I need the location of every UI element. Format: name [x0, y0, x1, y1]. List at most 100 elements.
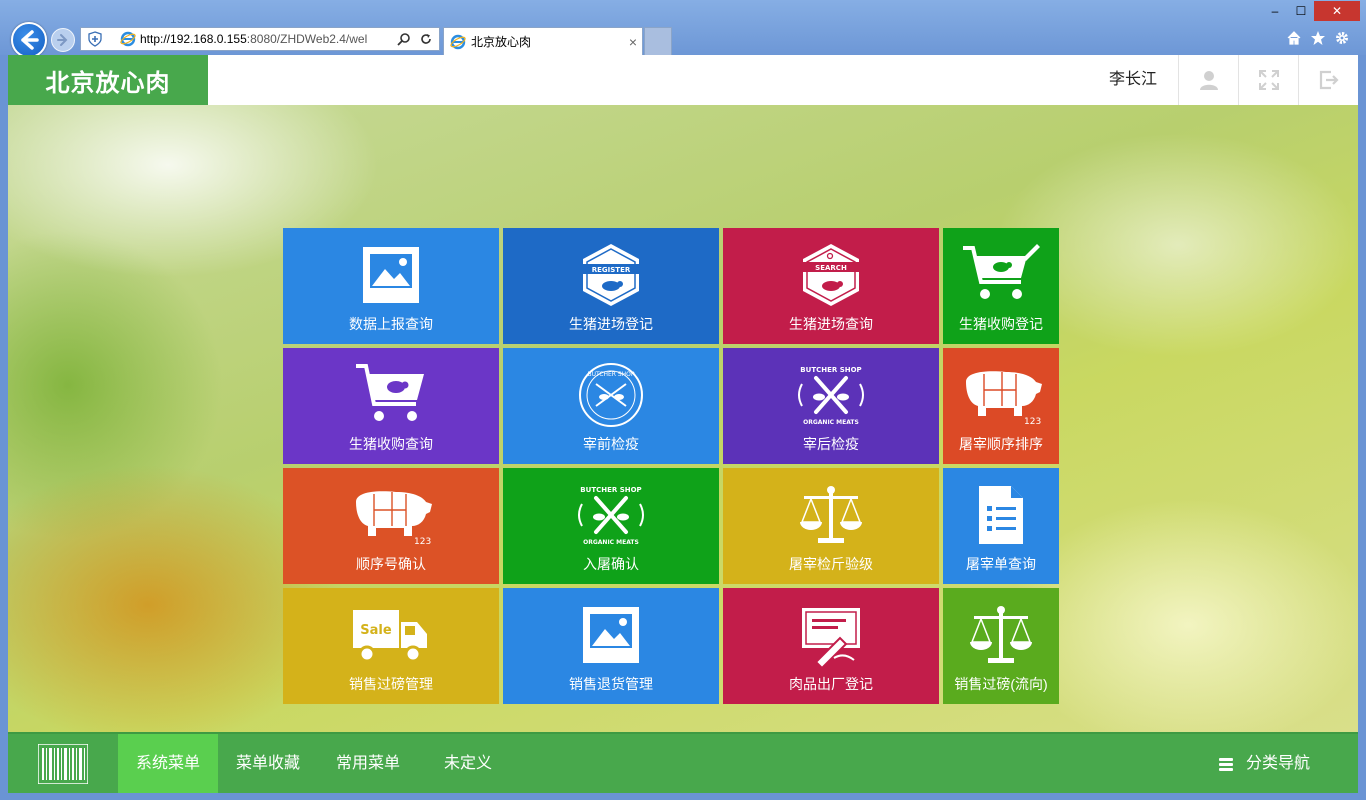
barcode-logo-icon: [38, 744, 88, 784]
tile-pig-purchase-register[interactable]: 生猪收购登记: [943, 228, 1059, 344]
search-icon[interactable]: [395, 30, 413, 48]
user-profile-button[interactable]: [1178, 55, 1238, 105]
tile-label: 肉品出厂登记: [789, 676, 873, 692]
scale-icon: AB: [796, 482, 866, 548]
logout-button[interactable]: [1298, 55, 1358, 105]
footer-tab-undefined[interactable]: 未定义: [418, 734, 518, 793]
user-icon: [1199, 71, 1218, 90]
svg-text:BUTCHER SHOP: BUTCHER SHOP: [580, 486, 641, 494]
app-header: 北京放心肉 李长江: [8, 55, 1358, 105]
minimize-button[interactable]: ‒: [1262, 1, 1288, 21]
tile-label: 屠宰单查询: [966, 556, 1036, 572]
favorites-star-icon[interactable]: [1308, 28, 1328, 48]
pig-cuts-icon: 123: [346, 482, 436, 548]
tile-label: 数据上报查询: [349, 316, 433, 332]
app-footer: 系统菜单 菜单收藏 常用菜单 未定义 分类导航: [8, 732, 1358, 793]
tile-label: 入屠确认: [583, 556, 639, 572]
tile-data-report-query[interactable]: 数据上报查询: [283, 228, 499, 344]
tile-pig-purchase-query[interactable]: 生猪收购查询: [283, 348, 499, 464]
logout-icon: [1319, 70, 1339, 90]
search-badge-icon: SEARCH: [799, 242, 863, 308]
svg-text:REGISTER: REGISTER: [592, 266, 631, 274]
tile-label: 生猪收购查询: [349, 436, 433, 452]
document-list-icon: [975, 482, 1027, 548]
tile-label: 生猪收购登记: [959, 316, 1043, 332]
browser-tab[interactable]: 北京放心肉 ×: [443, 27, 643, 55]
svg-text:123: 123: [1024, 417, 1041, 427]
close-window-button[interactable]: ✕: [1314, 1, 1360, 21]
svg-text:BUTCHER SHOP: BUTCHER SHOP: [587, 371, 634, 378]
forward-button[interactable]: [51, 28, 75, 52]
username[interactable]: 李长江: [1088, 55, 1178, 105]
svg-text:A: A: [808, 509, 815, 519]
tile-label: 宰前检疫: [583, 436, 639, 452]
svg-text:ORGANIC MEATS: ORGANIC MEATS: [803, 419, 859, 426]
tile-label: 生猪进场查询: [789, 316, 873, 332]
gear-icon[interactable]: [1332, 28, 1352, 48]
category-nav-label: 分类导航: [1246, 755, 1311, 772]
app-window: 北京放心肉 李长江 数据上报查询 REGISTER 生猪进场登记 SEARCH …: [8, 55, 1358, 793]
tile-slaughter-order-sort[interactable]: 123 屠宰顺序排序: [943, 348, 1059, 464]
butcher-badge-icon: BUTCHER SHOP: [578, 362, 644, 428]
brand-title: 北京放心肉: [8, 55, 208, 105]
new-tab-button[interactable]: [644, 27, 672, 55]
menu-list-icon: [1219, 757, 1233, 771]
forward-arrow-icon: [57, 34, 68, 46]
tile-sequence-confirm[interactable]: 123 顺序号确认: [283, 468, 499, 584]
shield-icon: [84, 28, 106, 50]
url-text: http://192.168.0.155:8080/ZHDWeb2.4/wel: [140, 32, 368, 46]
tile-pig-entry-query[interactable]: SEARCH 生猪进场查询: [723, 228, 939, 344]
footer-tab-common-menu[interactable]: 常用菜单: [318, 734, 418, 793]
refresh-icon[interactable]: [417, 30, 435, 48]
address-bar[interactable]: http://192.168.0.155:8080/ZHDWeb2.4/wel: [80, 27, 440, 51]
cart-edit-icon: [961, 242, 1041, 308]
svg-text:BUTCHER SHOP: BUTCHER SHOP: [800, 366, 861, 374]
image-icon: [361, 242, 421, 308]
butcher-knives-icon: BUTCHER SHOP ORGANIC MEATS: [794, 362, 868, 428]
tile-slaughter-weigh-grade[interactable]: AB 屠宰检斤验级: [723, 468, 939, 584]
tile-sales-weighing[interactable]: Sale 销售过磅管理: [283, 588, 499, 704]
svg-text:A: A: [978, 629, 985, 639]
svg-text:123: 123: [414, 537, 431, 547]
back-button[interactable]: [11, 22, 47, 58]
svg-text:ORGANIC MEATS: ORGANIC MEATS: [583, 539, 639, 546]
home-icon[interactable]: [1284, 28, 1304, 48]
butcher-knives-icon: BUTCHER SHOP ORGANIC MEATS: [574, 482, 648, 548]
ie-logo-icon: [450, 34, 466, 49]
ie-logo-icon: [120, 31, 136, 47]
back-arrow-icon: [21, 30, 39, 50]
tile-meat-shipment-register[interactable]: 肉品出厂登记: [723, 588, 939, 704]
browser-chrome: http://192.168.0.155:8080/ZHDWeb2.4/wel …: [0, 0, 1366, 58]
sale-truck-icon: Sale: [351, 602, 431, 668]
tile-label: 生猪进场登记: [569, 316, 653, 332]
register-badge-icon: REGISTER: [579, 242, 643, 308]
tab-close-icon[interactable]: ×: [624, 34, 642, 50]
tile-label: 屠宰顺序排序: [959, 436, 1043, 452]
tab-title: 北京放心肉: [471, 35, 532, 49]
tile-label: 销售过磅(流向): [954, 676, 1048, 692]
category-nav-button[interactable]: 分类导航: [1218, 734, 1310, 793]
tile-sales-return[interactable]: 销售退货管理: [503, 588, 719, 704]
menu-tile-grid: 数据上报查询 REGISTER 生猪进场登记 SEARCH 生猪进场查询 生猪收…: [283, 228, 1059, 704]
svg-text:B: B: [848, 509, 855, 519]
tile-label: 屠宰检斤验级: [789, 556, 873, 572]
tile-pig-entry-register[interactable]: REGISTER 生猪进场登记: [503, 228, 719, 344]
svg-text:Sale: Sale: [360, 623, 392, 638]
tile-label: 销售退货管理: [569, 676, 653, 692]
fullscreen-button[interactable]: [1238, 55, 1298, 105]
cart-pig-icon: [354, 362, 428, 428]
tile-post-slaughter-quarantine[interactable]: BUTCHER SHOP ORGANIC MEATS 宰后检疫: [723, 348, 939, 464]
tile-pre-slaughter-quarantine[interactable]: BUTCHER SHOP 宰前检疫: [503, 348, 719, 464]
maximize-button[interactable]: ☐: [1288, 1, 1314, 21]
tile-label: 宰后检疫: [803, 436, 859, 452]
scale-icon: AB: [966, 602, 1036, 668]
footer-tab-system-menu[interactable]: 系统菜单: [118, 734, 218, 793]
desktop-background: 数据上报查询 REGISTER 生猪进场登记 SEARCH 生猪进场查询 生猪收…: [8, 105, 1358, 732]
signed-card-icon: [798, 602, 864, 668]
tile-sales-weighing-flow[interactable]: AB 销售过磅(流向): [943, 588, 1059, 704]
tile-label: 销售过磅管理: [349, 676, 433, 692]
footer-tab-favorites[interactable]: 菜单收藏: [218, 734, 318, 793]
tile-slaughter-entry-confirm[interactable]: BUTCHER SHOP ORGANIC MEATS 入屠确认: [503, 468, 719, 584]
pig-cuts-icon: 123: [956, 362, 1046, 428]
tile-slaughter-sheet-query[interactable]: 屠宰单查询: [943, 468, 1059, 584]
